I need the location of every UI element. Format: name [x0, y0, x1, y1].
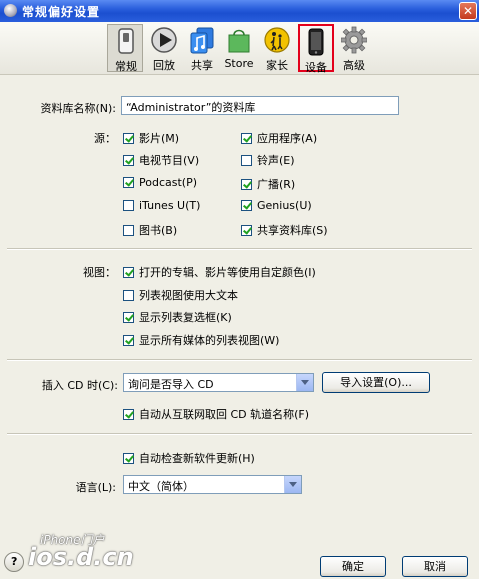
checkbox-box[interactable]	[123, 155, 134, 166]
window-title: 常规偏好设置	[22, 5, 101, 19]
views-label: 视图：	[83, 266, 116, 279]
cd-insert-value: 询问是否导入 CD	[128, 378, 214, 391]
tab-general[interactable]: 常规	[107, 24, 143, 73]
parental-icon	[264, 27, 290, 53]
checkbox-label: 影片(M)	[139, 132, 180, 145]
shopping-bag-icon	[228, 29, 250, 53]
checkbox-box[interactable]	[123, 453, 134, 464]
checkbox-box[interactable]	[123, 133, 134, 144]
source-ringtones-checkbox[interactable]: 铃声(E)	[241, 152, 295, 168]
checkbox-label: 列表视图使用大文本	[139, 289, 238, 302]
source-podcast-checkbox[interactable]: Podcast(P)	[123, 176, 197, 189]
view-list-checkboxes-checkbox[interactable]: 显示列表复选框(K)	[123, 309, 232, 325]
view-custom-colors-checkbox[interactable]: 打开的专辑、影片等使用自定颜色(I)	[123, 264, 316, 280]
help-button[interactable]: ?	[4, 552, 24, 572]
checkbox-box[interactable]	[123, 409, 134, 420]
checkbox-box[interactable]	[123, 267, 134, 278]
checkbox-box[interactable]	[241, 200, 252, 211]
checkbox-box[interactable]	[123, 312, 134, 323]
source-itunesu-checkbox[interactable]: iTunes U(T)	[123, 199, 200, 212]
preferences-toolbar: 常规 回放 共享 Store 家长 设备 高级	[0, 22, 479, 75]
tab-general-label: 常规	[115, 60, 137, 73]
separator	[7, 359, 472, 361]
tab-store-label: Store	[224, 57, 254, 70]
checkbox-label: 自动从互联网取回 CD 轨道名称(F)	[139, 408, 310, 421]
tab-sharing[interactable]: 共享	[184, 24, 220, 72]
checkbox-box[interactable]	[241, 133, 252, 144]
cancel-button[interactable]: 取消	[402, 556, 468, 577]
cd-auto-names-checkbox[interactable]: 自动从互联网取回 CD 轨道名称(F)	[123, 406, 309, 422]
general-pane: 资料库名称(N): “Administrator”的资料库 源： 影片(M) 应…	[0, 75, 479, 547]
title-bar[interactable]: 常规偏好设置 ✕	[0, 0, 479, 22]
tab-sharing-label: 共享	[191, 59, 213, 72]
tab-devices-label: 设备	[305, 61, 327, 74]
view-list-all-media-checkbox[interactable]: 显示所有媒体的列表视图(W)	[123, 332, 279, 348]
cd-insert-select[interactable]: 询问是否导入 CD	[123, 373, 314, 392]
preferences-window: 常规偏好设置 ✕ 常规 回放 共享 Store 家长 设备 高级 资料库名称(N…	[0, 0, 479, 579]
tab-store[interactable]: Store	[221, 24, 257, 72]
close-button[interactable]: ✕	[459, 2, 477, 20]
music-share-icon	[190, 27, 214, 54]
ok-button[interactable]: 确定	[320, 556, 386, 577]
tab-playback-label: 回放	[153, 59, 175, 72]
cd-insert-label: 插入 CD 时(C):	[41, 379, 118, 392]
chevron-down-icon[interactable]	[296, 374, 313, 391]
checkbox-label: 应用程序(A)	[257, 132, 318, 145]
language-value: 中文（简体）	[128, 480, 194, 493]
source-books-checkbox[interactable]: 图书(B)	[123, 222, 177, 238]
checkbox-box[interactable]	[123, 290, 134, 301]
itunes-icon	[4, 4, 17, 17]
checkbox-label: 打开的专辑、影片等使用自定颜色(I)	[139, 266, 316, 279]
question-icon: ?	[11, 555, 18, 568]
checkbox-label: 显示所有媒体的列表视图(W)	[139, 334, 280, 347]
auto-update-checkbox[interactable]: 自动检查新软件更新(H)	[123, 450, 255, 466]
checkbox-box[interactable]	[123, 177, 134, 188]
checkbox-label: 电视节目(V)	[139, 154, 200, 167]
source-shared-libraries-checkbox[interactable]: 共享资料库(S)	[241, 222, 328, 238]
checkbox-label: 广播(R)	[257, 178, 296, 191]
sources-label: 源：	[94, 132, 116, 145]
switch-icon	[118, 28, 134, 54]
checkbox-box[interactable]	[241, 155, 252, 166]
source-radio-checkbox[interactable]: 广播(R)	[241, 176, 295, 192]
chevron-down-icon[interactable]	[284, 476, 301, 493]
checkbox-box[interactable]	[123, 335, 134, 346]
import-settings-button[interactable]: 导入设置(O)...	[322, 372, 430, 393]
tab-devices[interactable]: 设备	[298, 24, 334, 74]
dialog-footer: ? ios.d.cn 确定 取消	[0, 543, 479, 579]
tab-advanced-label: 高级	[343, 59, 365, 72]
view-large-text-checkbox[interactable]: 列表视图使用大文本	[123, 287, 238, 303]
gear-icon	[341, 26, 367, 54]
tab-advanced[interactable]: 高级	[336, 24, 372, 72]
checkbox-label: 共享资料库(S)	[257, 224, 328, 237]
source-tvshows-checkbox[interactable]: 电视节目(V)	[123, 152, 199, 168]
play-icon	[151, 27, 177, 53]
tab-parental[interactable]: 家长	[259, 24, 295, 72]
library-name-input[interactable]: “Administrator”的资料库	[121, 96, 399, 115]
iphone-icon	[308, 28, 324, 56]
source-genius-checkbox[interactable]: Genius(U)	[241, 199, 312, 212]
checkbox-box[interactable]	[241, 179, 252, 190]
language-select[interactable]: 中文（简体）	[123, 475, 302, 494]
checkbox-box[interactable]	[123, 200, 134, 211]
checkbox-label: Genius(U)	[257, 199, 312, 212]
tab-parental-label: 家长	[266, 59, 288, 72]
language-label: 语言(L):	[75, 481, 116, 494]
checkbox-box[interactable]	[123, 225, 134, 236]
checkbox-label: iTunes U(T)	[139, 199, 201, 212]
separator	[7, 248, 472, 250]
checkbox-label: 图书(B)	[139, 224, 178, 237]
source-apps-checkbox[interactable]: 应用程序(A)	[241, 130, 317, 146]
checkbox-label: 铃声(E)	[257, 154, 295, 167]
checkbox-label: 显示列表复选框(K)	[139, 311, 232, 324]
checkbox-label: Podcast(P)	[139, 176, 198, 189]
separator	[7, 433, 472, 435]
tab-playback[interactable]: 回放	[146, 24, 182, 72]
source-movies-checkbox[interactable]: 影片(M)	[123, 130, 179, 146]
checkbox-label: 自动检查新软件更新(H)	[139, 452, 255, 465]
library-name-label: 资料库名称(N):	[40, 102, 116, 115]
watermark-site: ios.d.cn	[28, 543, 134, 571]
checkbox-box[interactable]	[241, 225, 252, 236]
